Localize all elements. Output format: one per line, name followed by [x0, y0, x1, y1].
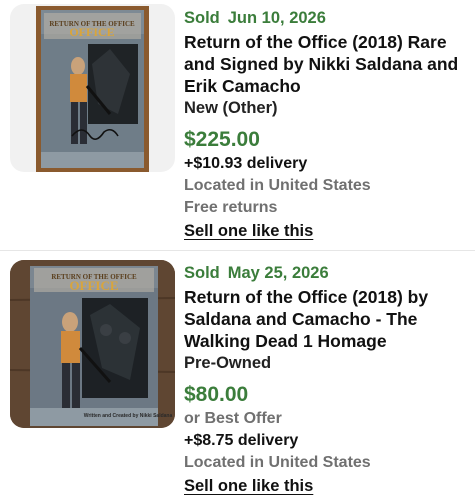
- svg-text:OFFICE: OFFICE: [69, 25, 114, 39]
- item-price: $225.00: [184, 128, 260, 151]
- listing-title[interactable]: Return of the Office (2018) Rare and Sig…: [184, 31, 467, 97]
- comic-cover-image: RETURN OF THE OFFICE OFFICE: [36, 6, 149, 172]
- delivery-cost: +$8.75 delivery: [184, 432, 299, 449]
- item-location: Located in United States: [184, 177, 371, 194]
- sold-status: Sold May 25, 2026: [184, 264, 467, 283]
- listing-divider: [0, 250, 475, 251]
- listing-item[interactable]: RETURN OF THE OFFICE OFFICE Written and …: [0, 252, 475, 500]
- svg-text:OFFICE: OFFICE: [69, 278, 118, 293]
- item-condition: Pre-Owned: [184, 354, 272, 372]
- item-thumbnail[interactable]: RETURN OF THE OFFICE OFFICE Written and …: [10, 260, 175, 428]
- item-location: Located in United States: [184, 454, 371, 471]
- cover-credit: Written and Created by Nikki Saldana: [84, 413, 173, 419]
- sold-status: Sold Jun 10, 2026: [184, 9, 467, 28]
- sold-label: Sold: [184, 9, 220, 27]
- sold-label: Sold: [184, 264, 220, 282]
- best-offer-note: or Best Offer: [184, 410, 282, 427]
- sold-date: May 25, 2026: [227, 264, 329, 282]
- listing-title[interactable]: Return of the Office (2018) by Saldana a…: [184, 286, 467, 352]
- comic-cover-image: RETURN OF THE OFFICE OFFICE Written and …: [10, 260, 175, 428]
- listing-item[interactable]: RETURN OF THE OFFICE OFFICE Sold Jun 10, …: [0, 0, 475, 250]
- sell-one-like-this-link[interactable]: Sell one like this: [184, 220, 313, 242]
- item-condition: New (Other): [184, 99, 278, 117]
- item-thumbnail[interactable]: RETURN OF THE OFFICE OFFICE: [10, 4, 175, 172]
- item-price: $80.00: [184, 383, 249, 406]
- delivery-cost: +$10.93 delivery: [184, 155, 308, 172]
- returns-policy: Free returns: [184, 199, 278, 216]
- sell-one-like-this-link[interactable]: Sell one like this: [184, 475, 313, 497]
- sold-date: Jun 10, 2026: [227, 9, 326, 27]
